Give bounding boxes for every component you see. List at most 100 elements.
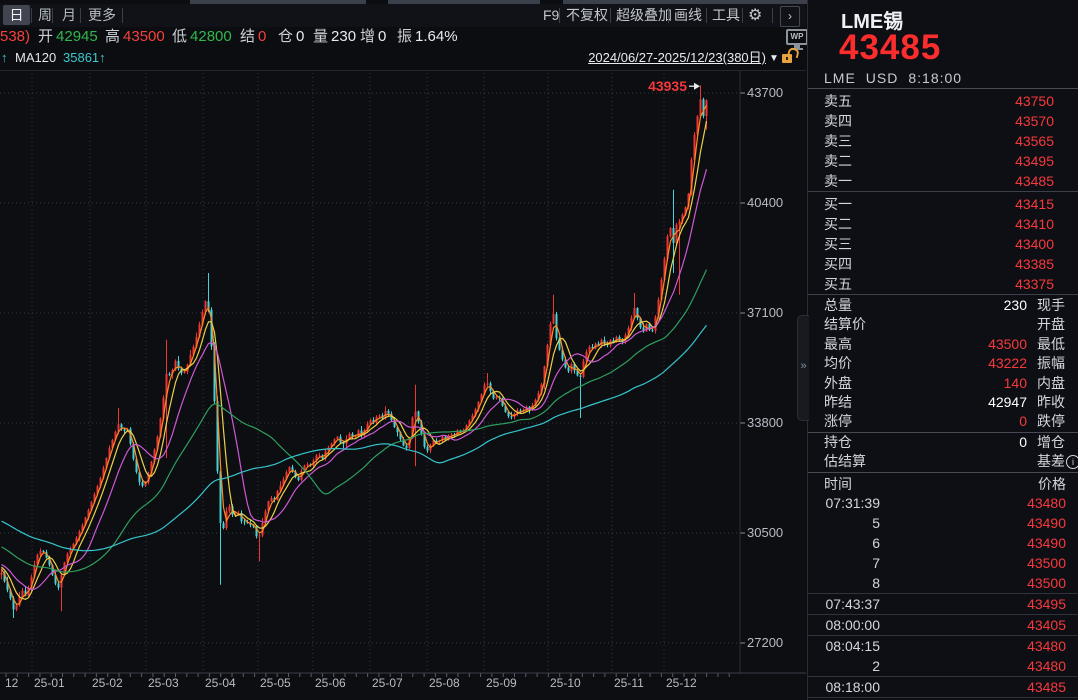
quote-field-label: 增 bbox=[360, 28, 375, 45]
quote-time: 8:18:00 bbox=[908, 70, 962, 86]
chevron-down-icon[interactable]: ▼ bbox=[769, 49, 779, 69]
tape-time: 07:43:37 bbox=[824, 594, 880, 614]
chart-svg[interactable]: 4370040400371003380030500272001225-0125-… bbox=[0, 71, 806, 700]
candlestick-chart[interactable]: 4370040400371003380030500272001225-0125-… bbox=[0, 70, 806, 700]
ask-row[interactable]: 卖二43495 bbox=[808, 151, 1078, 171]
quote-field-value: 0 bbox=[296, 28, 304, 45]
date-range-text[interactable]: 2024/06/27-2025/12/23(380日) bbox=[588, 50, 766, 65]
ask-row-value: 43495 bbox=[1015, 151, 1054, 171]
ask-row[interactable]: 卖四43570 bbox=[808, 111, 1078, 131]
stats-label: 昨结 bbox=[824, 393, 852, 412]
ask-row[interactable]: 卖一43485 bbox=[808, 171, 1078, 191]
info-icon: i bbox=[1066, 455, 1078, 469]
menu-item-工具[interactable]: 工具 bbox=[712, 6, 740, 25]
tape-time: 2 bbox=[824, 656, 880, 676]
tape-price-header: 价格 bbox=[1038, 475, 1066, 493]
stats-right-label: 基差 bbox=[1037, 453, 1065, 469]
ask-row-label: 卖一 bbox=[824, 171, 852, 191]
ma5-line bbox=[2, 105, 707, 604]
tape-price: 43485 bbox=[1027, 677, 1066, 697]
tape-price: 43490 bbox=[1027, 533, 1066, 553]
quote-prefix: 538) bbox=[0, 27, 30, 47]
x-axis-label: 12 bbox=[5, 676, 19, 690]
ma120-label: MA120 bbox=[15, 48, 56, 68]
menu-item-超级叠加[interactable]: 超级叠加 bbox=[616, 6, 672, 25]
stats-value: 230 bbox=[1004, 296, 1027, 315]
bid-row[interactable]: 买五43375 bbox=[808, 274, 1078, 294]
x-axis-label: 25-04 bbox=[205, 676, 236, 690]
stats-table: 总量230现手结算价开盘最高43500最低均价43222振幅外盘140内盘昨结4… bbox=[808, 296, 1078, 473]
wp-monitor-icon[interactable]: WP bbox=[786, 29, 808, 49]
stats-row: 最高43500最低 bbox=[808, 335, 1078, 354]
stats-row: 持仓0增仓 bbox=[808, 433, 1078, 452]
bid-row-value: 43385 bbox=[1015, 254, 1054, 274]
stats-label: 涨停 bbox=[824, 412, 852, 431]
stats-right-label-wrap: 基差i bbox=[1037, 452, 1078, 471]
quote-field-label: 量 bbox=[313, 28, 328, 45]
x-axis-label: 25-07 bbox=[372, 676, 403, 690]
y-axis-label: 30500 bbox=[747, 525, 783, 540]
quote-field-开: 开42945 bbox=[38, 27, 98, 47]
bid-row-label: 买二 bbox=[824, 214, 852, 234]
ask-row[interactable]: 卖三43565 bbox=[808, 131, 1078, 151]
stats-value: 42947 bbox=[988, 393, 1027, 412]
x-axis-label: 25-02 bbox=[92, 676, 123, 690]
divider bbox=[706, 8, 707, 23]
quote-field-value: 0 bbox=[258, 28, 266, 45]
quote-field-label: 低 bbox=[172, 28, 187, 45]
quote-field-增: 增0 bbox=[360, 27, 386, 47]
ask-row[interactable]: 卖五43750 bbox=[808, 91, 1078, 111]
divider bbox=[742, 8, 743, 23]
high-annotation: 43935 bbox=[648, 78, 687, 94]
tape-price: 43490 bbox=[1027, 513, 1066, 533]
stats-label: 最高 bbox=[824, 335, 852, 354]
tab-月[interactable]: 月 bbox=[57, 5, 81, 25]
ma-arrow-prefix: ↑ bbox=[1, 48, 8, 68]
quote-field-label: 结 bbox=[240, 28, 255, 45]
gear-icon[interactable]: ⚙ bbox=[748, 6, 762, 25]
bid-row[interactable]: 买二 43410 bbox=[808, 214, 1078, 234]
stats-row: 外盘140内盘 bbox=[808, 374, 1078, 393]
bid-row[interactable]: 买四43385 bbox=[808, 254, 1078, 274]
toolbar-expand-button[interactable]: › bbox=[780, 6, 800, 27]
stats-row: 估结算基差i bbox=[808, 452, 1078, 472]
annotation-arrowhead bbox=[694, 83, 700, 90]
bid-row-label: 买五 bbox=[824, 274, 852, 294]
stats-label: 总量 bbox=[824, 296, 852, 315]
menu-item-F9[interactable]: F9 bbox=[543, 6, 559, 25]
stats-label: 结算价 bbox=[824, 315, 866, 334]
divider bbox=[52, 8, 53, 23]
tape-time: 07:31:39 bbox=[824, 493, 880, 513]
bid-row-value: 43400 bbox=[1015, 234, 1054, 254]
quote-field-结: 结0 bbox=[240, 27, 266, 47]
tape-row: 07:31:3943480 bbox=[808, 493, 1078, 513]
y-axis-label: 40400 bbox=[747, 195, 783, 210]
stats-value: 0 bbox=[1019, 433, 1027, 452]
x-axis-label: 25-01 bbox=[34, 676, 65, 690]
menu-item-画线[interactable]: 画线 bbox=[674, 6, 702, 25]
quote-field-label: 仓 bbox=[278, 28, 293, 45]
ask-row-value: 43565 bbox=[1015, 131, 1054, 151]
tab-周[interactable]: 周 bbox=[33, 5, 57, 25]
x-axis-label: 25-05 bbox=[260, 676, 291, 690]
tab-更多[interactable]: 更多 bbox=[85, 5, 119, 25]
divider bbox=[808, 88, 1078, 89]
date-range-selector[interactable]: 2024/06/27-2025/12/23(380日) ▼ bbox=[588, 48, 766, 68]
exchange-info-row: LMEUSD8:18:00 bbox=[824, 70, 972, 86]
y-axis-label: 27200 bbox=[747, 635, 783, 650]
tab-日[interactable]: 日 bbox=[3, 5, 30, 25]
tape-time: 8 bbox=[824, 573, 880, 593]
menu-item-不复权[interactable]: 不复权 bbox=[566, 6, 608, 25]
divider bbox=[610, 8, 611, 23]
ma20-line bbox=[2, 169, 707, 589]
bid-row[interactable]: 买一43415 bbox=[808, 194, 1078, 214]
bid-row-value: 43410 bbox=[1015, 214, 1054, 234]
stats-value: 43500 bbox=[988, 335, 1027, 354]
bid-row[interactable]: 买三43400 bbox=[808, 234, 1078, 254]
x-axis-label: 25-06 bbox=[315, 676, 346, 690]
quote-field-低: 低42800 bbox=[172, 27, 232, 47]
divider bbox=[559, 8, 560, 23]
unlock-icon[interactable] bbox=[782, 48, 798, 64]
stats-right-label: 增仓 bbox=[1037, 433, 1078, 452]
x-axis-label: 25-11 bbox=[614, 676, 644, 690]
